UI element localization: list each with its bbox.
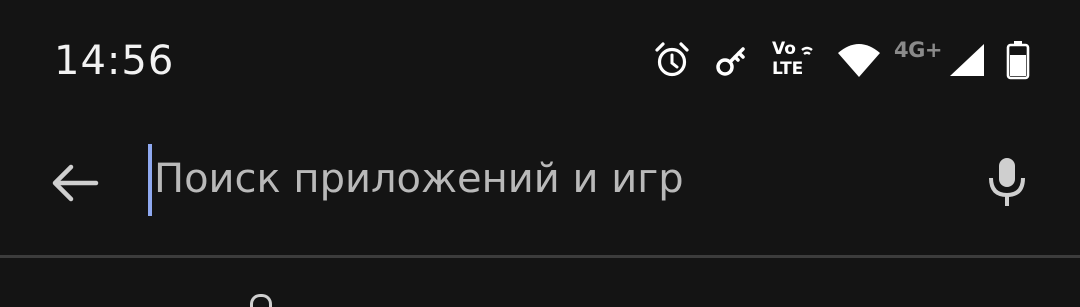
status-clock: 14:56 [54, 38, 175, 84]
alarm-icon [652, 40, 692, 80]
back-button[interactable] [44, 158, 104, 208]
search-placeholder: Поиск приложений и игр [154, 156, 684, 202]
mobile-signal-icon [948, 40, 986, 80]
volte-bottom-label: LTE [772, 59, 804, 79]
search-bar: Поиск приложений и игр [0, 120, 1080, 255]
wifi-icon [836, 40, 882, 80]
volte-top-label: Vo [772, 39, 796, 59]
status-bar: 14:56 Vo LTE 4G+ [0, 0, 1080, 120]
volte-icon: Vo LTE [772, 40, 814, 80]
search-input[interactable]: Поиск приложений и игр [148, 144, 948, 218]
microphone-icon [989, 158, 1025, 206]
history-icon [250, 294, 272, 307]
battery-icon [1006, 40, 1030, 80]
status-icons: Vo LTE 4G+ [630, 38, 1030, 82]
network-type-label: 4G+ [894, 38, 942, 62]
arrow-left-icon [52, 164, 99, 202]
voice-search-button[interactable] [986, 156, 1030, 208]
suggestions-area [0, 258, 1080, 307]
text-caret [148, 144, 152, 216]
vpn-key-icon [714, 40, 750, 80]
